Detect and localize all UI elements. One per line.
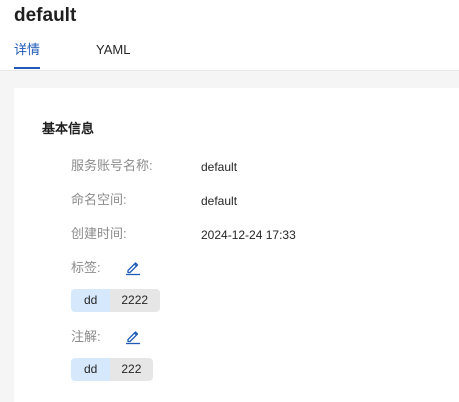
- page-header: default 详情 YAML: [0, 0, 459, 71]
- annotations-label: 注解:: [71, 329, 101, 344]
- creation-time-value: 2024-12-24 17:33: [201, 228, 296, 242]
- labels-label: 标签:: [71, 260, 101, 275]
- annotation-tag-value: 222: [110, 358, 154, 381]
- service-account-name-value: default: [201, 160, 238, 174]
- annotation-tag-key: dd: [71, 358, 111, 381]
- creation-time-label: 创建时间:: [71, 226, 127, 241]
- active-tab-indicator: [14, 67, 40, 69]
- details-card: 基本信息 服务账号名称: default 命名空间: default 创建时间:…: [14, 88, 459, 402]
- page-title: default: [14, 5, 77, 26]
- pencil-edit-icon-graphic: [126, 331, 140, 345]
- namespace-value: default: [201, 194, 238, 208]
- tab-yaml[interactable]: YAML: [96, 41, 130, 59]
- pencil-edit-icon-annotations[interactable]: [124, 327, 142, 345]
- label-tag-value: 2222: [110, 289, 161, 312]
- annotation-tag: dd 222: [71, 358, 154, 381]
- label-tag-key: dd: [71, 289, 111, 312]
- service-account-name-label: 服务账号名称:: [71, 158, 153, 173]
- namespace-label: 命名空间:: [71, 192, 127, 207]
- pencil-edit-icon[interactable]: [124, 258, 142, 276]
- tab-details[interactable]: 详情: [14, 41, 40, 59]
- section-title-basic-info: 基本信息: [42, 121, 95, 136]
- label-tag: dd 2222: [71, 289, 161, 312]
- pencil-edit-icon-graphic: [126, 262, 140, 276]
